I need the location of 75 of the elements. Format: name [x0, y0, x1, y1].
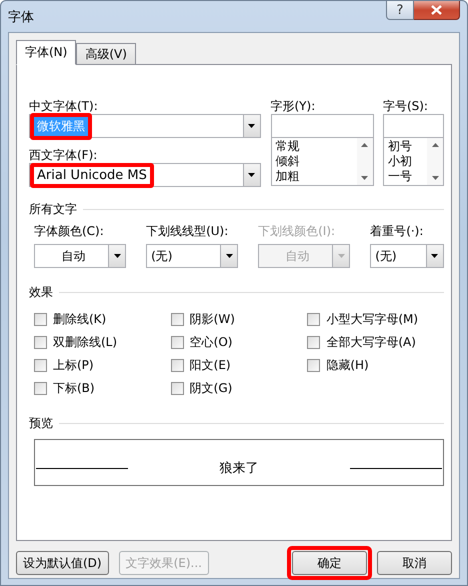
up-arrow-icon[interactable]: [361, 143, 368, 147]
checkbox[interactable]: [170, 313, 184, 326]
close-icon: [431, 5, 442, 15]
field-label: 下划线颜色(I):: [258, 224, 336, 239]
list-label: 字号(S):: [382, 99, 429, 114]
dropdown[interactable]: 自动: [34, 244, 126, 268]
field-label: 下划线线型(U):: [146, 224, 230, 239]
list-item[interactable]: 加粗: [276, 169, 353, 184]
section-heading: 预览: [29, 415, 53, 432]
checkbox-label: 上标(P): [53, 357, 94, 374]
list-item[interactable]: 一号: [388, 169, 424, 184]
checkbox[interactable]: [170, 359, 184, 372]
input-field[interactable]: [270, 114, 374, 138]
field-label: 西文字体(F):: [29, 148, 98, 163]
dropdown-value: (无): [374, 248, 398, 264]
close-button[interactable]: [414, 1, 460, 20]
checkbox[interactable]: [307, 313, 320, 326]
checkbox[interactable]: [34, 359, 47, 372]
field-label: 中文字体(T):: [29, 99, 99, 114]
checkbox[interactable]: [170, 382, 184, 395]
section-heading: 效果: [29, 284, 53, 301]
checkbox-label: 隐藏(H): [326, 357, 369, 374]
list-item[interactable]: 初号: [388, 139, 424, 154]
dropdown-arrow-icon: [248, 124, 255, 128]
list-item[interactable]: 倾斜: [276, 154, 353, 169]
checkbox[interactable]: [307, 359, 320, 372]
up-arrow-icon[interactable]: [432, 143, 439, 147]
tab[interactable]: 字体(N): [16, 40, 76, 65]
section-heading: 所有文字: [29, 201, 77, 218]
font-value: Arial Unicode MS: [30, 162, 154, 188]
checkbox-label: 删除线(K): [53, 311, 106, 328]
help-button[interactable]: ?: [386, 1, 414, 20]
scrollbar[interactable]: [427, 138, 444, 185]
checkbox-label: 小型大写字母(M): [326, 311, 418, 328]
checkbox-label: 阴影(W): [190, 311, 235, 328]
list-box[interactable]: 初号 小初 一号: [382, 138, 444, 186]
checkbox[interactable]: [307, 336, 320, 349]
list-box[interactable]: 常规 倾斜 加粗: [270, 138, 374, 186]
tab[interactable]: 高级(V): [76, 43, 136, 64]
preview-sample: 狼来了: [218, 460, 260, 476]
window-title: 字体: [8, 9, 34, 26]
input-field[interactable]: [382, 114, 444, 138]
checkbox[interactable]: [34, 382, 47, 395]
dropdown[interactable]: (无): [146, 244, 238, 268]
dropdown[interactable]: (无): [370, 244, 444, 268]
dropdown-arrow-icon: [226, 254, 233, 258]
checkbox[interactable]: [34, 336, 47, 349]
dropdown-value: 自动: [284, 248, 311, 264]
down-arrow-icon[interactable]: [432, 176, 439, 180]
font-value: 微软雅黑: [30, 112, 92, 140]
checkbox-label: 阳文(E): [190, 357, 231, 374]
field-label: 字体颜色(C):: [34, 224, 105, 239]
dropdown-value: (无): [150, 248, 174, 264]
dropdown-arrow-icon: [248, 173, 255, 177]
list-label: 字形(Y):: [270, 99, 316, 114]
checkbox[interactable]: [34, 313, 47, 326]
list-item[interactable]: 小初: [388, 154, 424, 169]
dialog-button[interactable]: 确定: [292, 551, 367, 575]
dropdown-arrow-icon: [338, 254, 345, 258]
dropdown-arrow-icon: [431, 254, 438, 258]
down-arrow-icon[interactable]: [361, 176, 368, 180]
dialog-button[interactable]: 设为默认值(D): [16, 551, 109, 575]
checkbox-label: 阴文(G): [190, 380, 232, 397]
list-item[interactable]: 常规: [276, 139, 353, 154]
checkbox-label: 空心(O): [190, 334, 232, 351]
scrollbar[interactable]: [356, 138, 373, 185]
checkbox-label: 全部大写字母(A): [326, 334, 416, 351]
font-combo[interactable]: Arial Unicode MS: [29, 163, 260, 187]
checkbox[interactable]: [170, 336, 184, 349]
checkbox-label: 双删除线(L): [53, 334, 118, 351]
dropdown-arrow-icon: [114, 254, 121, 258]
checkbox-label: 下标(B): [53, 380, 95, 397]
field-label: 着重号(·):: [370, 224, 424, 239]
dropdown-value: 自动: [60, 248, 87, 264]
dialog-button[interactable]: 取消: [377, 551, 452, 575]
